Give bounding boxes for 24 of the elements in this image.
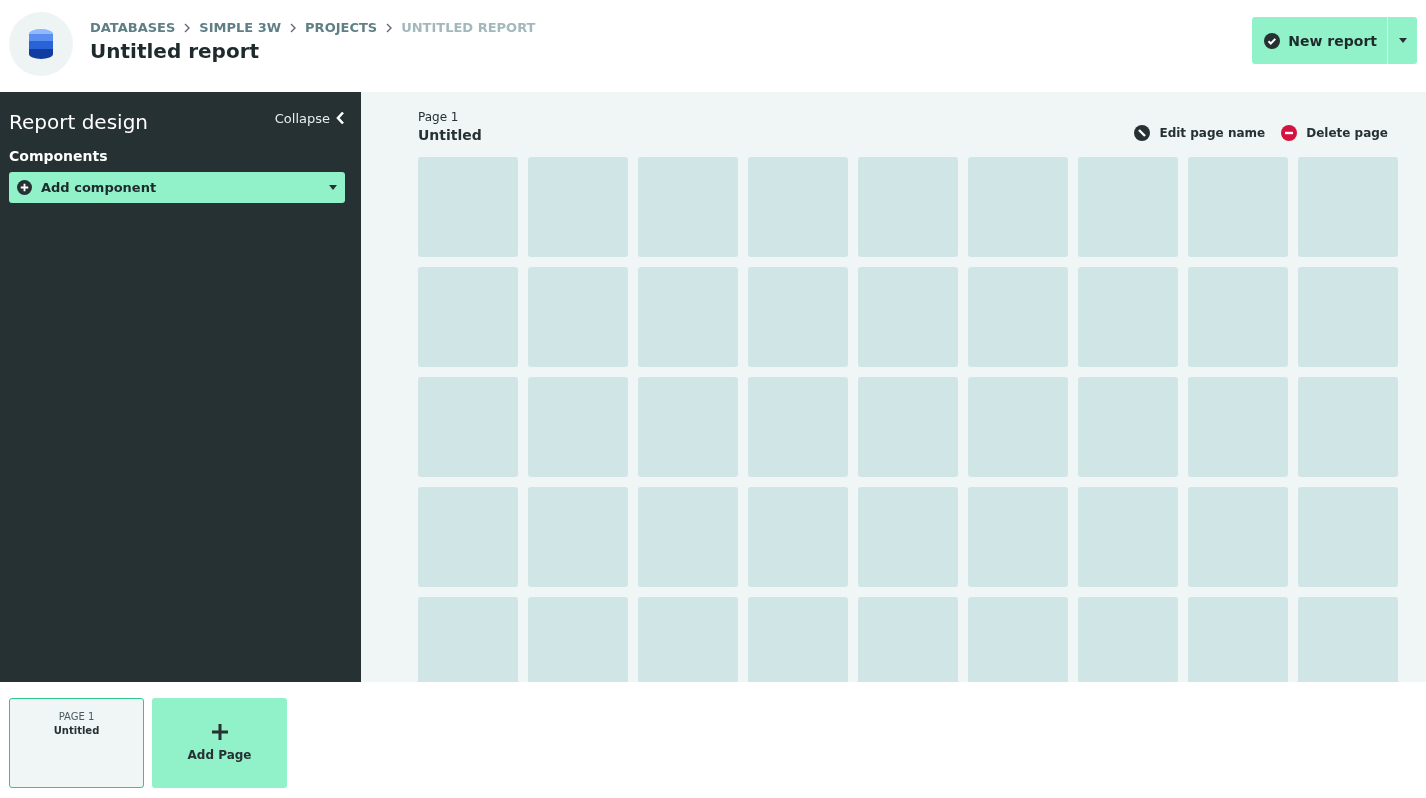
breadcrumb-link[interactable]: DATABASES (90, 20, 176, 35)
page-label: Page 1 (418, 110, 460, 124)
check-circle-icon (1264, 32, 1281, 49)
chevron-left-icon (336, 111, 345, 125)
caret-icon (329, 185, 337, 190)
breadcrumb-link[interactable]: SIMPLE 3W (199, 20, 282, 35)
minus-circle-icon (1281, 125, 1298, 141)
caret-icon (1398, 38, 1407, 43)
section-heading: Components (9, 148, 109, 164)
collapse-button[interactable]: Collapse (274, 110, 345, 126)
page-name: Untitled (418, 127, 482, 143)
report-title: Untitled report (90, 39, 261, 63)
pencil-circle-icon (1134, 125, 1151, 141)
edit-page-button[interactable]: Edit page name (1134, 125, 1266, 141)
delete-page-button[interactable]: Delete page (1281, 125, 1388, 141)
add-page-button[interactable]: Add Page (152, 698, 287, 788)
database-icon (29, 29, 53, 59)
sidebar-title: Report design (9, 110, 148, 134)
breadcrumb-link[interactable]: PROJECTS (305, 20, 378, 35)
page-tab[interactable]: PAGE 1 Untitled (9, 698, 144, 788)
plus-circle-icon (17, 180, 32, 195)
add-component-dropdown[interactable]: Add component (9, 172, 345, 203)
plus-icon (211, 724, 228, 740)
new-report-button[interactable]: New report (1252, 17, 1387, 64)
